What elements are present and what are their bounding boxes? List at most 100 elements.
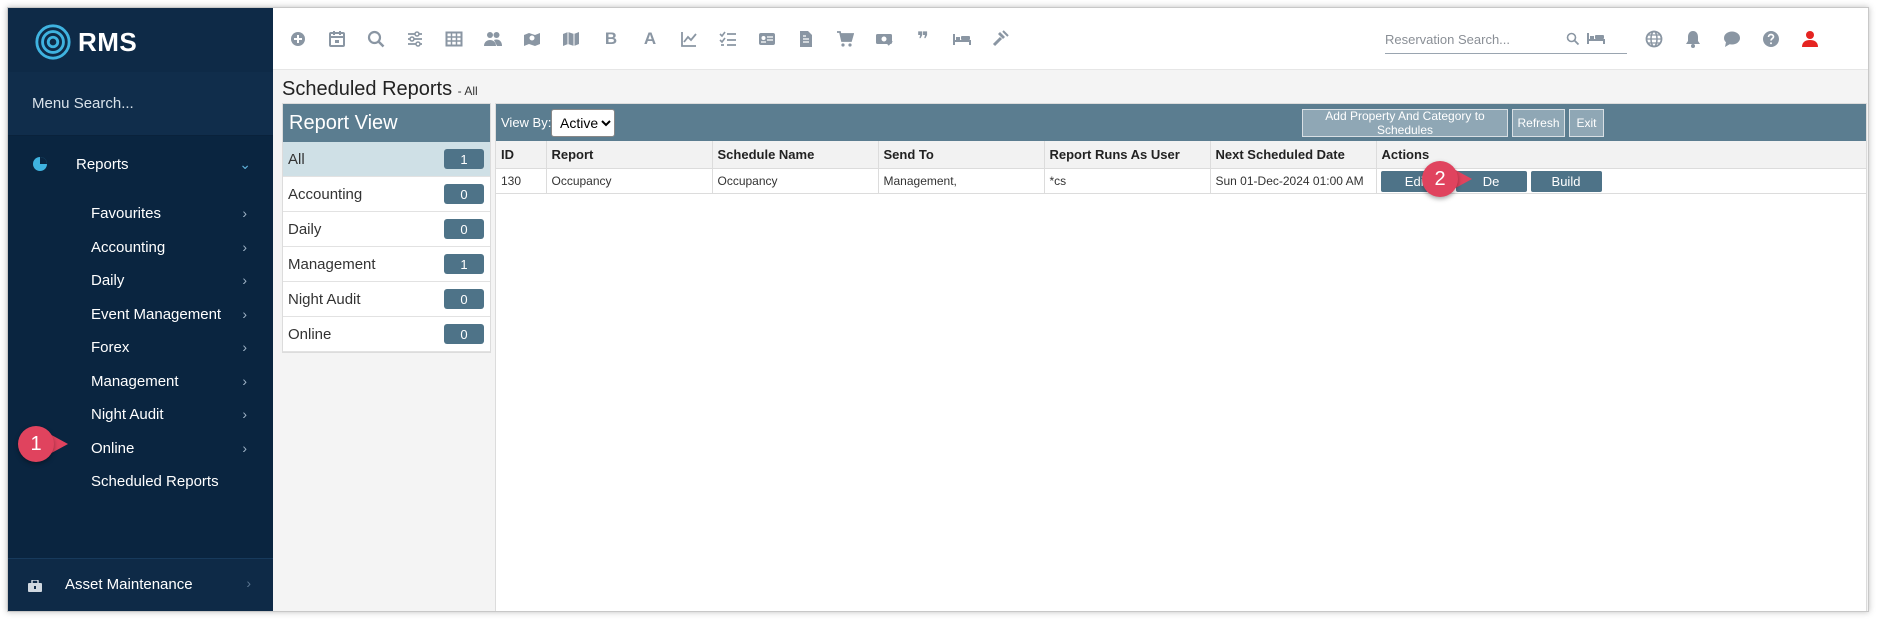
callout-2: 2: [1422, 161, 1472, 197]
logo-text: RMS: [78, 26, 138, 57]
font-a-icon[interactable]: A: [639, 28, 661, 50]
sidebar-item-asset-maintenance[interactable]: Asset Maintenance ›: [8, 558, 273, 611]
sidebar-item-label: Forex: [91, 338, 130, 356]
cell-schedule-name: Occupancy: [712, 168, 879, 194]
report-view-item-night-audit[interactable]: Night Audit 0: [283, 282, 490, 317]
sliders-icon[interactable]: [404, 28, 426, 50]
sidebar-item-label: Reports: [76, 155, 129, 173]
schedules-toolbar: View By: Active Add Property And Categor…: [496, 104, 1866, 141]
sidebar: RMS Menu Search... Reports ⌄ Favourites …: [8, 8, 273, 611]
chevron-right-icon: ›: [242, 406, 247, 422]
page-title-text: Scheduled Reports: [282, 78, 453, 100]
toolbox-icon: [28, 580, 42, 592]
search-icon[interactable]: [1566, 32, 1580, 46]
count-badge: 0: [444, 184, 484, 204]
chevron-right-icon: ›: [246, 575, 251, 591]
column-header-next-scheduled-date[interactable]: Next Scheduled Date: [1210, 141, 1377, 169]
cell-next-scheduled-date: Sun 01-Dec-2024 01:00 AM: [1210, 168, 1377, 194]
schedules-table: ID Report Schedule Name Send To Report R…: [496, 141, 1867, 194]
document-icon[interactable]: [795, 28, 817, 50]
app-window: RMS Menu Search... Reports ⌄ Favourites …: [7, 7, 1869, 612]
sidebar-item-label: Management: [91, 372, 179, 390]
sidebar-item-label: Daily: [91, 271, 125, 289]
report-view-label: All: [288, 150, 305, 168]
column-header-send-to[interactable]: Send To: [878, 141, 1045, 169]
menu-search-input[interactable]: Menu Search...: [8, 72, 273, 136]
cell-report: Occupancy: [546, 168, 713, 194]
globe-icon[interactable]: [1643, 28, 1665, 50]
map-icon[interactable]: [560, 28, 582, 50]
callout-number: 2: [1422, 161, 1458, 197]
report-view-label: Online: [288, 325, 332, 343]
column-header-report[interactable]: Report: [546, 141, 713, 169]
hammer-icon[interactable]: [990, 28, 1012, 50]
page-title: Scheduled Reports - All: [282, 78, 478, 101]
table-header-row: ID Report Schedule Name Send To Report R…: [496, 141, 1867, 169]
chevron-right-icon: ›: [242, 440, 247, 456]
sidebar-item-label: Night Audit: [91, 405, 164, 423]
report-view-item-accounting[interactable]: Accounting 0: [283, 177, 490, 212]
bold-b-icon[interactable]: B: [600, 28, 622, 50]
table-row[interactable]: 130 Occupancy Occupancy Management, *cs …: [496, 168, 1867, 194]
count-badge: 0: [444, 219, 484, 239]
view-by-select[interactable]: Active: [551, 109, 615, 137]
bed-icon[interactable]: [1587, 31, 1605, 46]
chevron-right-icon: ›: [242, 239, 247, 255]
column-header-id[interactable]: ID: [496, 141, 547, 169]
quote-icon[interactable]: ❞: [912, 28, 934, 51]
chevron-down-icon: ⌄: [239, 155, 251, 172]
column-header-runs-as-user[interactable]: Report Runs As User: [1044, 141, 1211, 169]
sidebar-item-scheduled-reports[interactable]: Scheduled Reports: [8, 461, 273, 501]
line-chart-icon[interactable]: [678, 28, 700, 50]
sidebar-item-label: Accounting: [91, 238, 166, 256]
report-view-item-management[interactable]: Management 1: [283, 247, 490, 282]
chevron-right-icon: ›: [242, 306, 247, 322]
count-badge: 0: [444, 324, 484, 344]
calendar-icon[interactable]: [326, 28, 348, 50]
cell-id: 130: [496, 168, 547, 194]
sidebar-item-label: Asset Maintenance: [65, 576, 193, 593]
report-view-panel: Report View All 1 Accounting 0 Daily 0 M…: [282, 103, 491, 353]
report-view-label: Management: [288, 255, 376, 273]
reservation-search: [1385, 26, 1627, 54]
count-badge: 1: [444, 254, 484, 274]
bed-icon[interactable]: [951, 28, 973, 50]
report-view-item-all[interactable]: All 1: [283, 142, 490, 177]
help-icon[interactable]: [1760, 28, 1782, 50]
report-view-label: Night Audit: [288, 290, 361, 308]
report-view-item-online[interactable]: Online 0: [283, 317, 490, 352]
chevron-right-icon: ›: [242, 205, 247, 221]
column-header-schedule-name[interactable]: Schedule Name: [712, 141, 879, 169]
money-icon[interactable]: [873, 28, 895, 50]
sidebar-item-reports[interactable]: Reports ⌄: [8, 136, 273, 192]
cart-icon[interactable]: [834, 28, 856, 50]
checklist-icon[interactable]: [717, 28, 739, 50]
reservation-search-input[interactable]: [1385, 28, 1565, 50]
map-pin-icon[interactable]: [521, 28, 543, 50]
sidebar-item-label: Favourites: [91, 204, 162, 222]
exit-button[interactable]: Exit: [1569, 109, 1604, 137]
rms-logo-icon: [35, 24, 71, 60]
report-view-item-daily[interactable]: Daily 0: [283, 212, 490, 247]
bell-icon[interactable]: [1682, 28, 1704, 50]
reports-menu-group: Reports ⌄ Favourites › Accounting › Dail…: [8, 136, 273, 558]
pie-chart-icon: [33, 157, 47, 171]
schedules-panel: View By: Active Add Property And Categor…: [495, 103, 1867, 611]
id-card-icon[interactable]: [756, 28, 778, 50]
user-icon[interactable]: [1799, 28, 1821, 50]
grid-icon[interactable]: [443, 28, 465, 50]
top-toolbar: B A ❞: [273, 8, 1868, 70]
add-property-category-button[interactable]: Add Property And Category to Schedules: [1302, 109, 1508, 137]
callout-1: 1: [18, 426, 68, 462]
chevron-right-icon: ›: [242, 373, 247, 389]
plus-circle-icon[interactable]: [287, 28, 309, 50]
quote-glyph: ❞: [917, 28, 929, 51]
main-content: Scheduled Reports - All Report View All …: [273, 70, 1868, 611]
search-icon[interactable]: [365, 28, 387, 50]
rms-logo[interactable]: RMS: [34, 20, 137, 64]
bold-b-glyph: B: [604, 29, 618, 48]
refresh-button[interactable]: Refresh: [1512, 109, 1565, 137]
chat-icon[interactable]: [1721, 28, 1743, 50]
users-icon[interactable]: [482, 28, 504, 50]
build-button[interactable]: Build: [1530, 170, 1602, 192]
